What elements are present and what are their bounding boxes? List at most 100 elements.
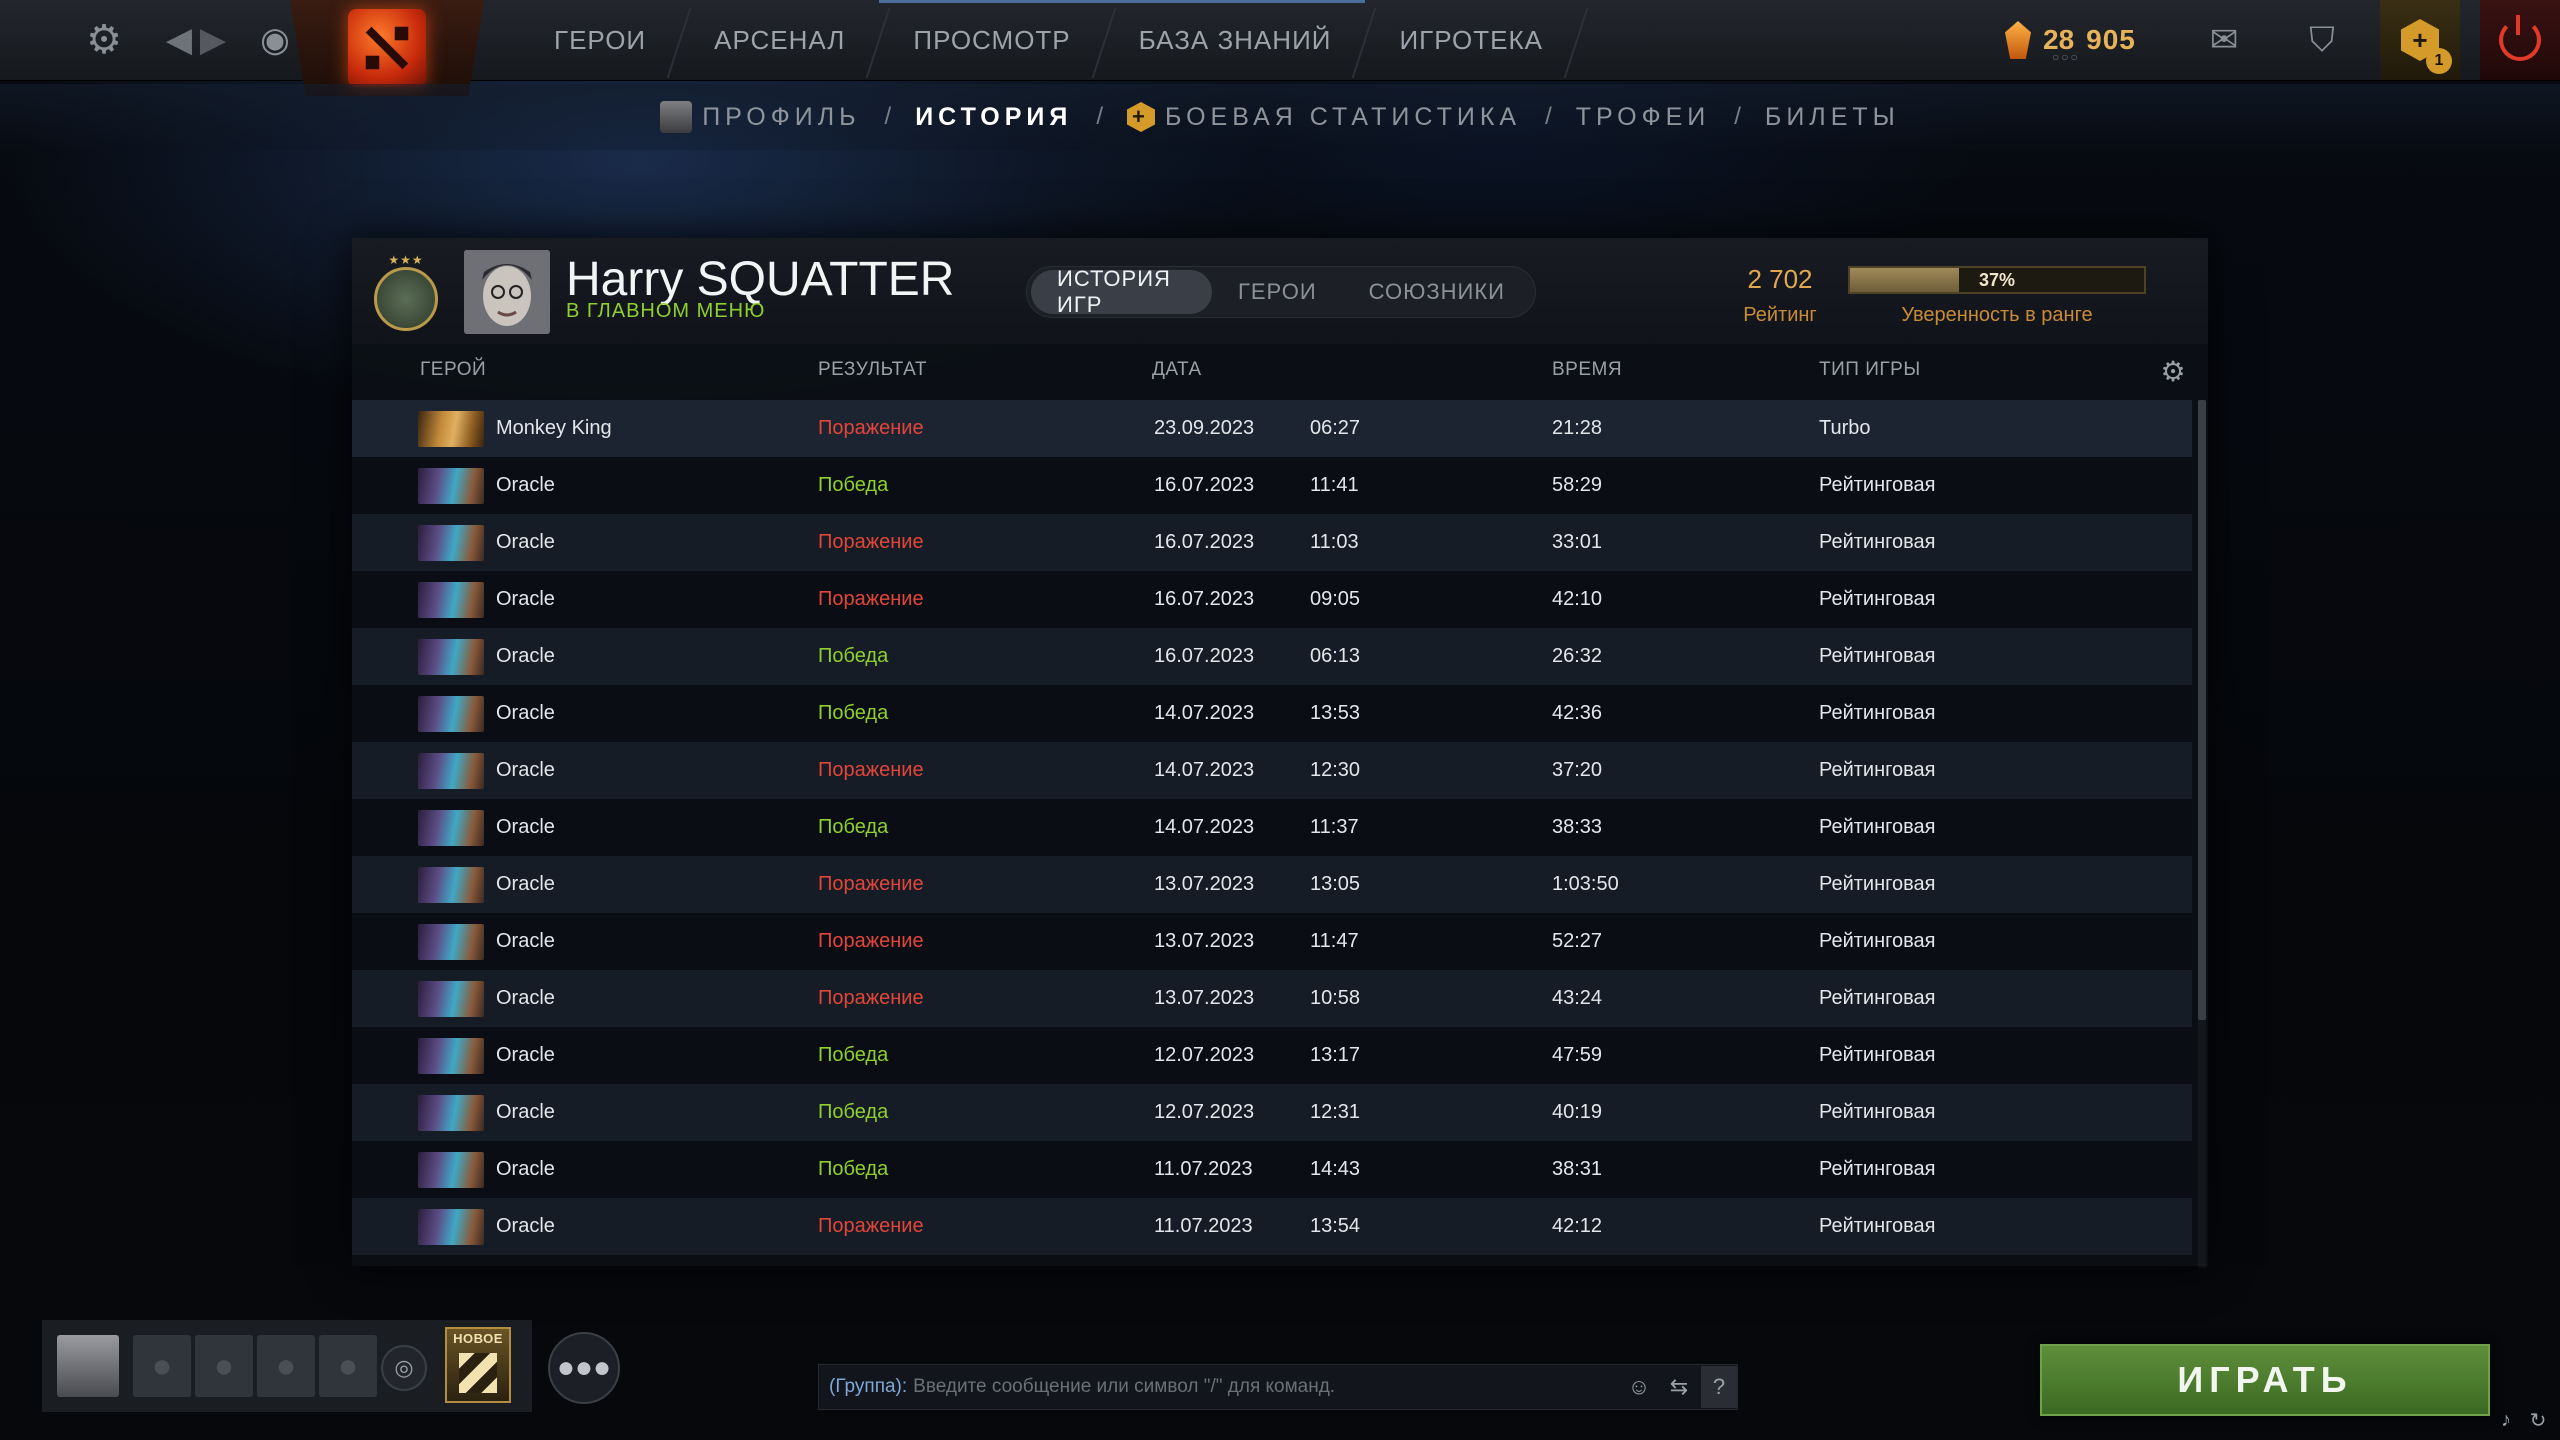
hero-name: Oracle: [496, 645, 555, 667]
avatar-icon: [660, 101, 693, 133]
match-time: 06:13: [1310, 645, 1361, 667]
party-slot-empty[interactable]: ●: [195, 1335, 253, 1397]
match-result: Победа: [818, 702, 889, 724]
table-row[interactable]: Oracle Победа 14.07.2023 13:53 42:36 Рейтинго…: [352, 685, 2192, 742]
chat-wheel-icon[interactable]: ⇆: [1661, 1369, 1697, 1405]
table-row[interactable]: Oracle Поражение 16.07.2023 09:05 42:10 Рейти…: [352, 571, 2192, 628]
headset-icon[interactable]: ◎: [381, 1345, 427, 1391]
microphone-icon[interactable]: ♪: [2492, 1406, 2520, 1434]
avatar[interactable]: [464, 250, 550, 334]
match-duration: 47:59: [1552, 1044, 1603, 1066]
table-row[interactable]: Oracle Поражение 13.07.2023 10:58 43:24 Рейти…: [352, 970, 2192, 1027]
rank-confidence-bar: 37%: [1848, 266, 2146, 294]
tab-heroes[interactable]: ГЕРОИ: [1212, 270, 1343, 314]
hero-name: Oracle: [496, 930, 555, 952]
nav-heroes[interactable]: ГЕРОИ: [520, 0, 680, 80]
friends-icon[interactable]: ●●●: [548, 1332, 620, 1404]
scrollbar-thumb[interactable]: [2198, 400, 2206, 1020]
subnav-history[interactable]: ИСТОРИЯ: [905, 103, 1082, 132]
table-row[interactable]: Monkey King Поражение 23.09.2023 06:27 21:28…: [352, 400, 2192, 457]
match-result: Победа: [818, 645, 889, 667]
gear-icon[interactable]: ⚙: [2158, 356, 2188, 387]
party-slot-empty[interactable]: ●: [257, 1335, 315, 1397]
match-time: 13:54: [1310, 1215, 1361, 1237]
match-date: 16.07.2023: [1154, 474, 1255, 496]
help-button[interactable]: ?: [1701, 1366, 1737, 1408]
subnav-separator: /: [1734, 103, 1741, 130]
dota-plus-button[interactable]: + 1: [2380, 0, 2460, 80]
chat-input[interactable]: [907, 1375, 1621, 1399]
match-date: 13.07.2023: [1154, 987, 1255, 1009]
tab-allies[interactable]: СОЮЗНИКИ: [1343, 270, 1531, 314]
match-time: 13:17: [1310, 1044, 1361, 1066]
rating-value: 2 702: [1747, 264, 1813, 294]
table-row[interactable]: Oracle Победа 16.07.2023 11:41 58:29 Рейтинго…: [352, 457, 2192, 514]
table-row[interactable]: Oracle Поражение 14.07.2023 12:30 37:20 Рейти…: [352, 742, 2192, 799]
column-hero[interactable]: ГЕРОЙ: [420, 350, 486, 390]
subnav-separator: /: [1096, 103, 1103, 130]
play-button[interactable]: ИГРАТЬ: [2040, 1344, 2490, 1416]
armory-icon[interactable]: ⛉: [2292, 12, 2352, 68]
subnav-profile[interactable]: ПРОФИЛЬ: [650, 101, 870, 133]
nav-watch[interactable]: ПРОСМОТР: [879, 0, 1105, 80]
match-list: Monkey King Поражение 23.09.2023 06:27 21:28…: [352, 400, 2208, 1255]
emoji-icon[interactable]: ☺: [1621, 1369, 1657, 1405]
match-duration: 38:31: [1552, 1158, 1603, 1180]
hero-portrait: [418, 1209, 484, 1245]
top-bar: ⚙ ◀ ▶ ◉ ГЕРОИ АРСЕНАЛ ПРОСМОТР БАЗА ЗНАН…: [0, 0, 2560, 96]
dota-logo[interactable]: [290, 0, 484, 96]
nav-arsenal[interactable]: АРСЕНАЛ: [680, 0, 879, 80]
table-row[interactable]: Oracle Поражение 13.07.2023 11:47 52:27 Рейти…: [352, 913, 2192, 970]
arrow-right-icon[interactable]: ▶: [198, 16, 228, 64]
rank-medal-icon[interactable]: ★★★: [368, 250, 444, 334]
arrow-left-icon[interactable]: ◀: [164, 16, 194, 64]
table-row[interactable]: Oracle Победа 16.07.2023 06:13 26:32 Рейтинго…: [352, 628, 2192, 685]
scrollbar[interactable]: [2198, 400, 2206, 1268]
match-duration: 26:32: [1552, 645, 1603, 667]
subnav-battle-stats[interactable]: + БОЕВАЯ СТАТИСТИКА: [1117, 102, 1531, 132]
avatar[interactable]: [57, 1335, 119, 1397]
new-event-button[interactable]: НОВОЕ: [445, 1327, 511, 1403]
tab-match-history[interactable]: ИСТОРИЯ ИГР: [1031, 266, 1212, 317]
table-row[interactable]: Oracle Победа 12.07.2023 12:31 40:19 Рейтинго…: [352, 1084, 2192, 1141]
table-row[interactable]: Oracle Победа 11.07.2023 14:43 38:31 Рейтинго…: [352, 1141, 2192, 1198]
game-mode: Рейтинговая: [1819, 873, 1936, 895]
match-time: 11:47: [1310, 930, 1359, 952]
eye-icon[interactable]: ◉: [250, 16, 300, 64]
hero-name: Oracle: [496, 873, 555, 895]
match-time: 13:05: [1310, 873, 1361, 895]
game-mode: Рейтинговая: [1819, 645, 1936, 667]
game-mode: Рейтинговая: [1819, 987, 1936, 1009]
mail-icon[interactable]: ✉: [2196, 16, 2252, 64]
match-result: Поражение: [818, 987, 924, 1009]
table-row[interactable]: Oracle Победа 14.07.2023 11:37 38:33 Рейтинго…: [352, 799, 2192, 856]
match-result: Поражение: [818, 417, 924, 439]
gear-icon[interactable]: ⚙: [78, 14, 130, 66]
column-duration[interactable]: ВРЕМЯ: [1552, 350, 1622, 390]
table-row[interactable]: Oracle Поражение 16.07.2023 11:03 33:01 Рейти…: [352, 514, 2192, 571]
hero-name: Monkey King: [496, 417, 612, 439]
power-button[interactable]: [2480, 0, 2560, 80]
column-date[interactable]: ДАТА: [1152, 350, 1202, 390]
party-slot-empty[interactable]: ●: [133, 1335, 191, 1397]
match-time: 11:41: [1310, 474, 1359, 496]
game-mode: Рейтинговая: [1819, 1158, 1936, 1180]
game-mode: Turbo: [1819, 417, 1871, 439]
nav-knowledge-base[interactable]: БАЗА ЗНАНИЙ: [1104, 0, 1366, 80]
table-row[interactable]: Oracle Поражение 13.07.2023 13:05 1:03:50 Рей…: [352, 856, 2192, 913]
table-row[interactable]: Oracle Поражение 11.07.2023 13:54 42:12 Рейти…: [352, 1198, 2192, 1255]
column-result[interactable]: РЕЗУЛЬТАТ: [818, 350, 927, 390]
match-time: 10:58: [1310, 987, 1361, 1009]
nav-arcade[interactable]: ИГРОТЕКА: [1365, 0, 1576, 80]
hero-name: Oracle: [496, 531, 555, 553]
subnav-separator: /: [1545, 103, 1552, 130]
refresh-icon[interactable]: ↻: [2524, 1406, 2552, 1434]
column-game-mode[interactable]: ТИП ИГРЫ: [1819, 350, 1921, 390]
subnav-trophies[interactable]: ТРОФЕИ: [1566, 103, 1721, 132]
subnav-tickets[interactable]: БИЛЕТЫ: [1755, 103, 1910, 132]
match-result: Поражение: [818, 1215, 924, 1237]
table-row[interactable]: Oracle Победа 12.07.2023 13:17 47:59 Рейтинго…: [352, 1027, 2192, 1084]
hero-portrait: [418, 582, 484, 618]
match-duration: 37:20: [1552, 759, 1603, 781]
party-slot-empty[interactable]: ●: [319, 1335, 377, 1397]
